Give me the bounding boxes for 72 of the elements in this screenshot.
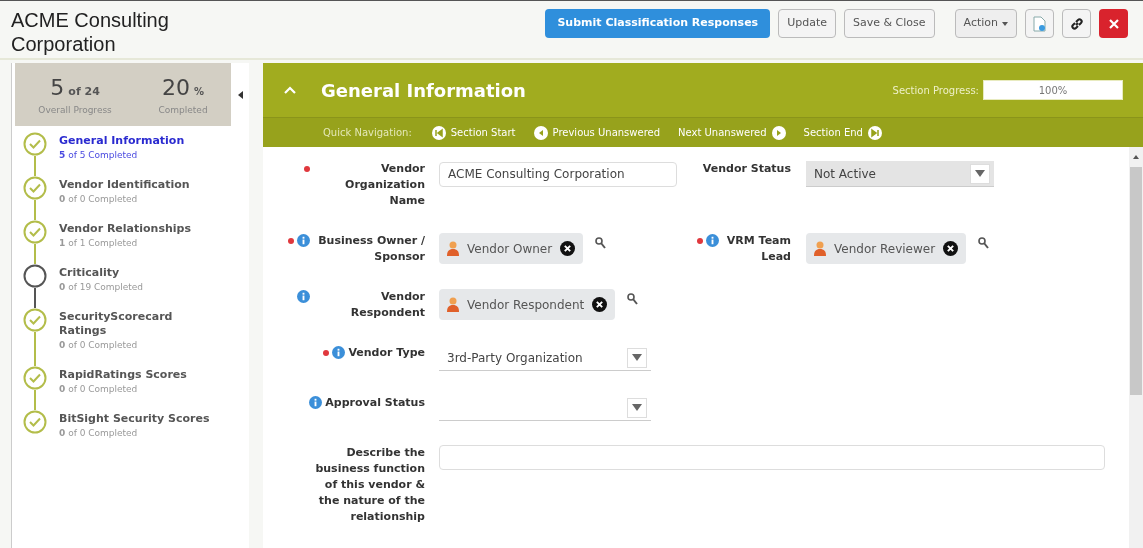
toolbar-button[interactable]: Update <box>778 9 836 38</box>
field-label: Describe the business function of this vendor & the nature of the relationship <box>314 445 425 525</box>
person-name: Vendor Respondent <box>467 296 585 314</box>
skip-icon <box>431 125 446 140</box>
section-nav-item[interactable]: SecurityScorecard Ratings 0 of 0 Completed <box>59 308 219 366</box>
info-icon[interactable] <box>297 234 310 247</box>
info-icon[interactable] <box>332 346 346 359</box>
progress-label: Overall Progress <box>38 104 112 118</box>
caret-icon <box>632 354 642 361</box>
person-icon <box>814 241 826 256</box>
field-label: Vendor Type <box>348 345 425 361</box>
section-title: General Information <box>321 78 526 103</box>
progress-count: 5 <box>50 74 65 103</box>
link-icon <box>1069 16 1084 31</box>
close-button[interactable] <box>1099 9 1128 38</box>
remove-icon[interactable] <box>560 241 576 256</box>
section-nav-item[interactable]: Vendor Identification 0 of 0 Completed <box>59 176 190 220</box>
caret-icon <box>975 170 985 177</box>
progress-text: 100% <box>1037 83 1069 98</box>
info-icon[interactable] <box>297 290 310 303</box>
section-progress-label: Section Progress: <box>892 83 979 98</box>
required-icon <box>304 166 310 172</box>
person-name: Vendor Reviewer <box>834 240 936 258</box>
caret-icon <box>632 404 642 411</box>
link-button[interactable] <box>1062 9 1091 38</box>
person-name: Vendor Owner <box>467 240 553 258</box>
action-menu-button[interactable]: Action <box>954 9 1017 38</box>
section-nav-item[interactable]: BitSight Security Scores 0 of 0 Completed <box>59 410 210 454</box>
percent-sign: % <box>194 85 205 100</box>
section-nav-item[interactable]: RapidRatings Scores 0 of 0 Completed <box>59 366 187 410</box>
dropdown-toggle[interactable] <box>627 347 647 368</box>
required-icon <box>323 350 330 356</box>
text-field[interactable]: ACME Consulting Corporation <box>439 161 677 187</box>
select-value: Not Active <box>814 165 876 183</box>
select-value: 3rd-Party Organization <box>447 349 583 367</box>
chevron-up-icon <box>284 86 296 94</box>
search-icon[interactable] <box>595 237 607 249</box>
search-icon[interactable] <box>627 293 639 305</box>
scroll-up-icon <box>1133 155 1139 159</box>
quick-navigation-label: Quick Navigation: <box>323 126 412 140</box>
progress-percent: 20 <box>162 74 191 103</box>
dropdown-toggle[interactable] <box>627 397 647 418</box>
field-label: Business Owner / Sponsor <box>317 233 425 265</box>
field-label: VRM Team Lead <box>725 233 791 265</box>
section-nav-item[interactable]: Criticality 0 of 19 Completed <box>59 264 144 308</box>
page-title: ACME Consulting Corporation <box>11 8 170 56</box>
toolbar-button[interactable]: Save & Close <box>844 9 935 38</box>
section-nav-item[interactable]: Vendor Relationships 1 of 1 Completed <box>59 220 191 264</box>
info-icon[interactable] <box>706 234 719 247</box>
progress-label: Completed <box>158 104 208 118</box>
field-label: Vendor Respondent <box>349 289 425 321</box>
scrollbar[interactable] <box>1129 147 1143 548</box>
select-field[interactable]: 3rd-Party Organization <box>439 345 651 371</box>
caret-icon <box>1002 21 1008 26</box>
progress-total: of 24 <box>68 84 100 101</box>
search-icon[interactable] <box>978 237 990 249</box>
person-icon <box>447 241 459 256</box>
document-icon <box>1033 15 1046 32</box>
remove-icon[interactable] <box>943 241 959 256</box>
field-label: Vendor Organization Name <box>344 161 425 209</box>
remove-icon[interactable] <box>592 297 608 312</box>
field-label: Approval Status <box>325 395 425 411</box>
close-icon <box>1108 18 1119 29</box>
section-nav-item[interactable]: General Information 5 of 5 Completed <box>59 132 185 176</box>
document-button[interactable] <box>1025 9 1054 38</box>
required-icon <box>697 238 703 244</box>
caret-icon <box>237 90 243 99</box>
field-label: Vendor Status <box>702 161 791 177</box>
required-icon <box>288 238 294 244</box>
info-icon[interactable] <box>309 396 323 409</box>
person-icon <box>447 297 459 312</box>
skip-icon <box>867 125 882 140</box>
